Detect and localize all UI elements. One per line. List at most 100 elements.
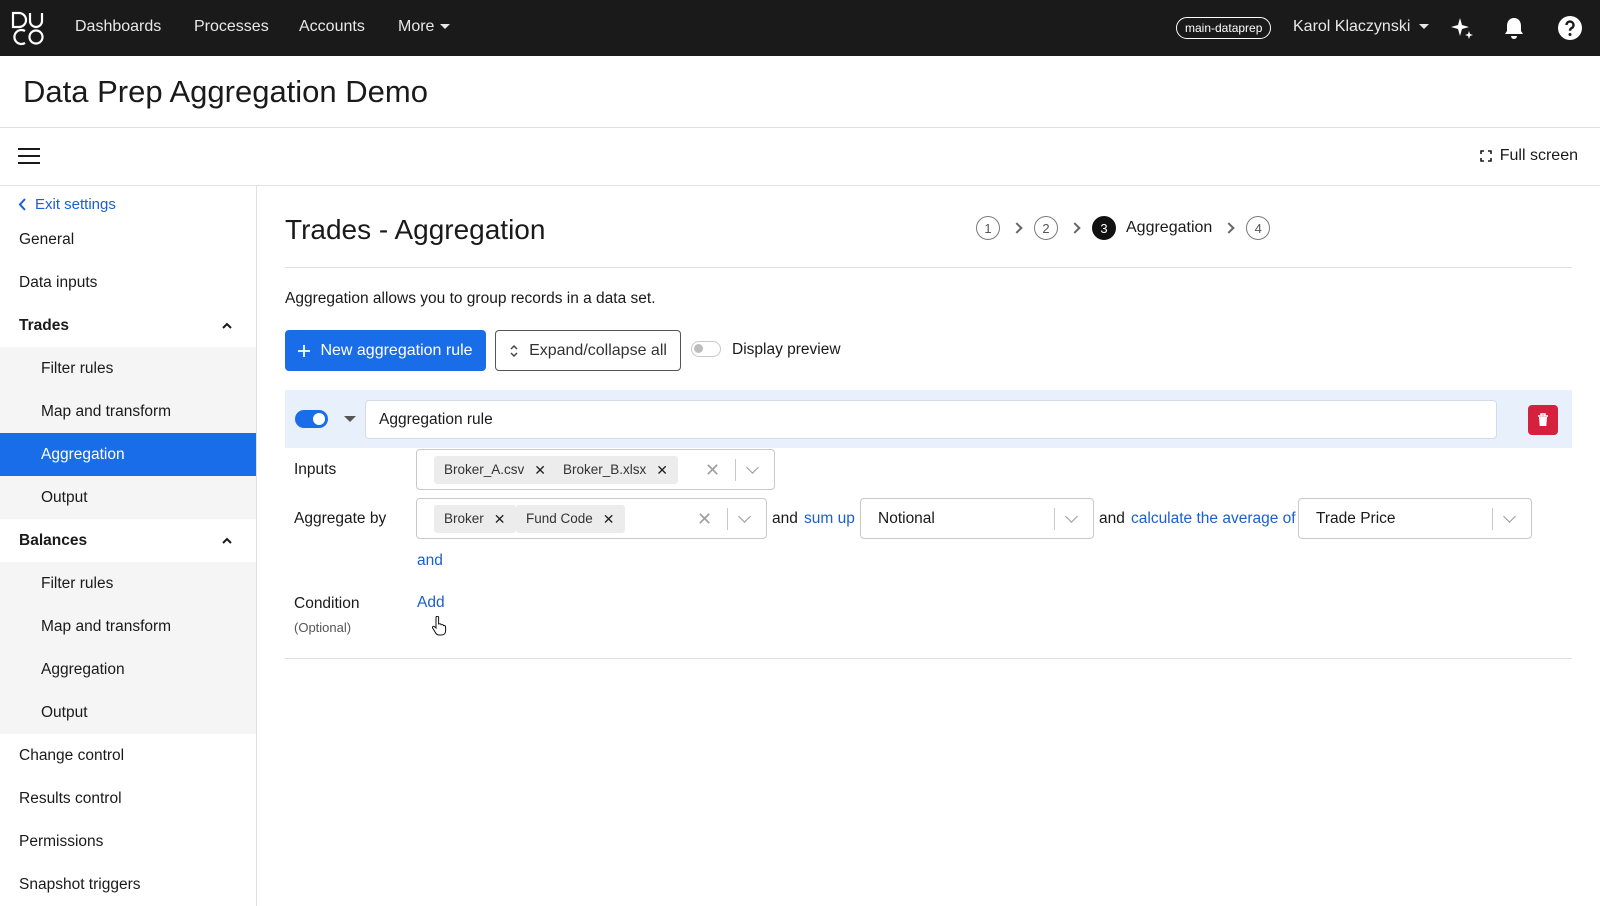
page-title: Data Prep Aggregation Demo	[23, 74, 428, 109]
step-4[interactable]: 4	[1246, 216, 1271, 240]
chevron-down-icon[interactable]	[1065, 510, 1078, 523]
sidebar-item-trades-output[interactable]: Output	[0, 476, 256, 519]
caret-down-icon[interactable]	[344, 416, 356, 422]
expand-collapse-icon	[510, 344, 518, 357]
step-3-current[interactable]: 3	[1092, 216, 1116, 240]
help-icon[interactable]	[1556, 14, 1584, 42]
chevron-down-icon[interactable]	[738, 510, 751, 523]
nav-dashboards[interactable]: Dashboards	[75, 18, 161, 36]
toolbar: Full screen	[0, 128, 1600, 186]
rule-name-input[interactable]	[365, 400, 1497, 439]
section-title: Trades - Aggregation	[285, 214, 546, 245]
clear-icon[interactable]: ✕	[705, 460, 720, 481]
chip-label: Broker	[444, 511, 484, 526]
chevron-down-icon[interactable]	[746, 461, 759, 474]
nav-more-label: More	[398, 18, 435, 35]
chevron-right-icon	[1069, 222, 1081, 234]
sidebar-item-trades-aggregation[interactable]: Aggregation	[0, 433, 256, 476]
remove-chip-icon[interactable]: ✕	[603, 505, 615, 533]
stepper: 1 2 3 Aggregation 4	[976, 216, 1271, 240]
step-1[interactable]: 1	[976, 216, 1000, 240]
exit-settings-link[interactable]: Exit settings	[18, 196, 116, 213]
sidebar-item-snapshot-triggers[interactable]: Snapshot triggers	[0, 863, 256, 906]
sidebar-item-balances-filter-rules[interactable]: Filter rules	[0, 562, 256, 605]
remove-chip-icon[interactable]: ✕	[494, 505, 506, 533]
rule-enabled-toggle[interactable]	[295, 410, 328, 428]
chevron-down-icon[interactable]	[1503, 510, 1516, 523]
top-navbar: Dashboards Processes Accounts More main-…	[0, 0, 1600, 56]
step-2[interactable]: 2	[1034, 216, 1058, 240]
calculate-average-link[interactable]: calculate the average of	[1131, 510, 1296, 528]
sidebar-item-balances-aggregation[interactable]: Aggregation	[0, 648, 256, 691]
pointer-cursor-icon	[431, 616, 447, 636]
nav-more[interactable]: More	[398, 18, 451, 36]
sidebar-item-data-inputs[interactable]: Data inputs	[0, 261, 256, 304]
and-link[interactable]: and	[417, 552, 443, 570]
description: Aggregation allows you to group records …	[285, 290, 656, 307]
remove-chip-icon[interactable]: ✕	[656, 456, 668, 484]
user-menu[interactable]: Karol Klaczynski	[1293, 18, 1430, 36]
caret-down-icon	[440, 24, 451, 30]
aggregate-chip: Fund Code ✕	[516, 505, 625, 533]
nav-accounts[interactable]: Accounts	[299, 18, 365, 36]
inputs-label: Inputs	[294, 461, 337, 478]
nav-processes[interactable]: Processes	[194, 18, 269, 36]
sidebar-item-trades-map-transform[interactable]: Map and transform	[0, 390, 256, 433]
sidebar-item-general[interactable]: General	[0, 218, 256, 261]
expand-label: Expand/collapse all	[529, 341, 667, 359]
current-step-label: Aggregation	[1126, 219, 1213, 236]
aggregate-by-label: Aggregate by	[294, 510, 387, 527]
input-chip: Broker_A.csv ✕	[434, 456, 557, 484]
display-preview-toggle[interactable]	[691, 341, 721, 357]
title-bar: Data Prep Aggregation Demo	[0, 56, 1600, 128]
sidebar-item-trades-filter-rules[interactable]: Filter rules	[0, 347, 256, 390]
and-text: and	[772, 510, 798, 527]
divider	[727, 508, 728, 530]
clear-icon[interactable]: ✕	[697, 509, 712, 530]
sidebar-item-permissions[interactable]: Permissions	[0, 820, 256, 863]
environment-badge[interactable]: main-dataprep	[1176, 17, 1272, 39]
sidebar-group-label: Trades	[19, 317, 69, 334]
sidebar-item-change-control[interactable]: Change control	[0, 734, 256, 777]
sidebar-group-balances[interactable]: Balances	[0, 519, 256, 562]
add-condition-link[interactable]: Add	[417, 594, 445, 612]
sidebar-item-results-control[interactable]: Results control	[0, 777, 256, 820]
condition-label: Condition	[294, 595, 360, 612]
average-value: Trade Price	[1316, 510, 1396, 527]
and-text: and	[1099, 510, 1125, 527]
fullscreen-button[interactable]: Full screen	[1479, 147, 1578, 165]
remove-chip-icon[interactable]: ✕	[534, 456, 546, 484]
chevron-right-icon	[1223, 222, 1235, 234]
chip-label: Fund Code	[526, 511, 593, 526]
inputs-select[interactable]: Broker_A.csv ✕ Broker_B.xlsx ✕ ✕	[416, 449, 775, 490]
user-name: Karol Klaczynski	[1293, 18, 1411, 35]
aggregation-rule-header	[285, 390, 1572, 448]
input-chip: Broker_B.xlsx ✕	[553, 456, 679, 484]
sidebar-item-balances-map-transform[interactable]: Map and transform	[0, 605, 256, 648]
settings-sidebar: Exit settings General Data inputs Trades…	[0, 186, 257, 906]
divider	[285, 658, 1572, 659]
fullscreen-label: Full screen	[1499, 147, 1578, 164]
duco-logo[interactable]	[10, 10, 46, 46]
expand-collapse-all-button[interactable]: Expand/collapse all	[495, 330, 681, 371]
sparkle-icon[interactable]	[1448, 14, 1476, 42]
plus-icon	[298, 344, 311, 357]
menu-icon[interactable]	[18, 148, 40, 166]
sidebar-group-label: Balances	[19, 532, 88, 549]
sum-up-link[interactable]: sum up	[804, 510, 855, 528]
sidebar-group-trades[interactable]: Trades	[0, 304, 256, 347]
average-select[interactable]: Trade Price	[1298, 498, 1532, 539]
bell-icon[interactable]	[1500, 14, 1528, 42]
sidebar-item-balances-output[interactable]: Output	[0, 691, 256, 734]
fullscreen-icon	[1479, 150, 1492, 162]
divider	[1054, 508, 1055, 530]
chevron-up-icon	[222, 322, 232, 329]
sum-up-select[interactable]: Notional	[860, 498, 1094, 539]
chip-label: Broker_A.csv	[444, 462, 525, 477]
chip-label: Broker_B.xlsx	[563, 462, 647, 477]
caret-down-icon	[1419, 24, 1430, 30]
delete-rule-button[interactable]	[1528, 405, 1558, 435]
chevron-left-icon	[18, 198, 26, 211]
new-aggregation-rule-button[interactable]: New aggregation rule	[285, 330, 486, 371]
aggregate-by-select[interactable]: Broker ✕ Fund Code ✕ ✕	[416, 498, 767, 539]
